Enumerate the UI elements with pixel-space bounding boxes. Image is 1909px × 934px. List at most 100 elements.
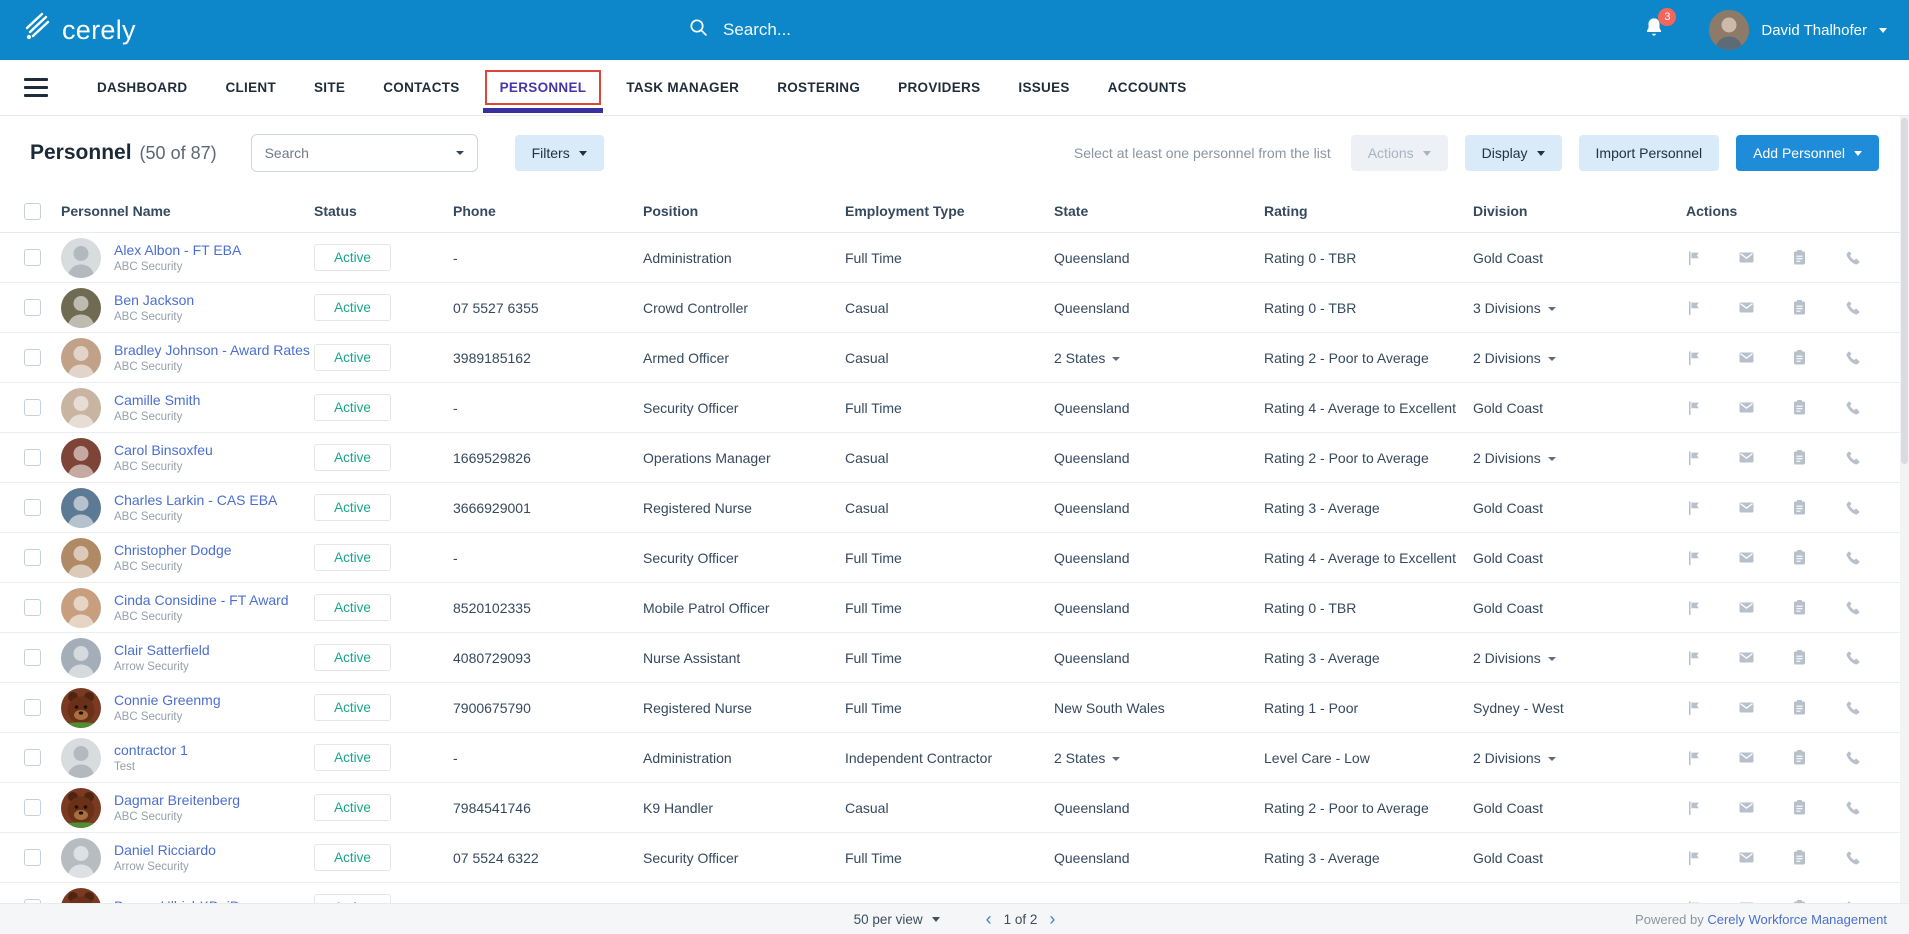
row-checkbox[interactable] [24, 599, 41, 616]
phone-icon[interactable] [1844, 399, 1861, 416]
personnel-name-link[interactable]: Clair Satterfield [114, 642, 210, 659]
personnel-name-link[interactable]: Cinda Considine - FT Award [114, 592, 289, 609]
nav-tab-contacts[interactable]: CONTACTS [364, 60, 478, 115]
row-checkbox[interactable] [24, 799, 41, 816]
personnel-name-link[interactable]: Carol Binsoxfeu [114, 442, 213, 459]
clipboard-icon[interactable] [1791, 299, 1808, 316]
flag-icon[interactable] [1686, 700, 1702, 716]
next-page-chevron-icon[interactable]: › [1049, 910, 1055, 928]
phone-icon[interactable] [1844, 499, 1861, 516]
state-cell[interactable]: 2 States [1054, 350, 1264, 366]
nav-tab-accounts[interactable]: ACCOUNTS [1089, 60, 1206, 115]
cerely-logo[interactable]: cerely [22, 12, 136, 49]
global-search-input[interactable] [723, 20, 1003, 40]
personnel-name-link[interactable]: Camille Smith [114, 392, 200, 409]
flag-icon[interactable] [1686, 350, 1702, 366]
flag-icon[interactable] [1686, 650, 1702, 666]
add-personnel-button[interactable]: Add Personnel [1736, 135, 1879, 171]
clipboard-icon[interactable] [1791, 399, 1808, 416]
select-all-checkbox[interactable] [24, 202, 41, 220]
flag-icon[interactable] [1686, 600, 1702, 616]
clipboard-icon[interactable] [1791, 749, 1808, 766]
clipboard-icon[interactable] [1791, 849, 1808, 866]
flag-icon[interactable] [1686, 800, 1702, 816]
nav-tab-rostering[interactable]: ROSTERING [758, 60, 879, 115]
mail-icon[interactable] [1738, 749, 1755, 766]
nav-tab-task-manager[interactable]: TASK MANAGER [607, 60, 758, 115]
row-checkbox[interactable] [24, 299, 41, 316]
display-button[interactable]: Display [1464, 135, 1562, 171]
mail-icon[interactable] [1738, 849, 1755, 866]
division-cell[interactable]: 2 Divisions [1473, 450, 1686, 466]
phone-icon[interactable] [1844, 749, 1861, 766]
row-checkbox[interactable] [24, 449, 41, 466]
personnel-name-link[interactable]: Christopher Dodge [114, 542, 232, 559]
phone-icon[interactable] [1844, 449, 1861, 466]
clipboard-icon[interactable] [1791, 499, 1808, 516]
nav-tab-client[interactable]: CLIENT [206, 60, 295, 115]
clipboard-icon[interactable] [1791, 599, 1808, 616]
import-personnel-button[interactable]: Import Personnel [1578, 135, 1720, 171]
phone-icon[interactable] [1844, 349, 1861, 366]
state-cell[interactable]: 2 States [1054, 750, 1264, 766]
user-name[interactable]: David Thalhofer [1761, 22, 1867, 39]
row-checkbox[interactable] [24, 249, 41, 266]
flag-icon[interactable] [1686, 850, 1702, 866]
personnel-search-input[interactable] [264, 145, 456, 161]
phone-icon[interactable] [1844, 249, 1861, 266]
phone-icon[interactable] [1844, 599, 1861, 616]
clipboard-icon[interactable] [1791, 249, 1808, 266]
row-checkbox[interactable] [24, 749, 41, 766]
row-checkbox[interactable] [24, 649, 41, 666]
mail-icon[interactable] [1738, 649, 1755, 666]
powered-by-link[interactable]: Cerely Workforce Management [1707, 912, 1887, 927]
nav-tab-dashboard[interactable]: DASHBOARD [78, 60, 206, 115]
phone-icon[interactable] [1844, 299, 1861, 316]
search-dropdown-caret-icon[interactable] [455, 151, 464, 155]
nav-tab-providers[interactable]: PROVIDERS [879, 60, 999, 115]
phone-icon[interactable] [1844, 649, 1861, 666]
row-checkbox[interactable] [24, 549, 41, 566]
mail-icon[interactable] [1738, 599, 1755, 616]
user-avatar[interactable] [1709, 10, 1750, 50]
phone-icon[interactable] [1844, 699, 1861, 716]
personnel-name-link[interactable]: contractor 1 [114, 742, 188, 759]
per-page-selector[interactable]: 50 per view [854, 912, 940, 927]
scrollbar-thumb[interactable] [1901, 118, 1908, 465]
mail-icon[interactable] [1738, 499, 1755, 516]
hamburger-menu-icon[interactable] [24, 78, 48, 97]
personnel-name-link[interactable]: Ben Jackson [114, 292, 194, 309]
nav-tab-personnel[interactable]: PERSONNEL [479, 60, 608, 115]
personnel-name-link[interactable]: Alex Albon - FT EBA [114, 242, 241, 259]
clipboard-icon[interactable] [1791, 349, 1808, 366]
flag-icon[interactable] [1686, 400, 1702, 416]
clipboard-icon[interactable] [1791, 549, 1808, 566]
flag-icon[interactable] [1686, 500, 1702, 516]
row-checkbox[interactable] [24, 849, 41, 866]
vertical-scrollbar[interactable] [1900, 116, 1909, 903]
phone-icon[interactable] [1844, 849, 1861, 866]
division-cell[interactable]: 3 Divisions [1473, 300, 1686, 316]
mail-icon[interactable] [1738, 349, 1755, 366]
mail-icon[interactable] [1738, 799, 1755, 816]
clipboard-icon[interactable] [1791, 449, 1808, 466]
clipboard-icon[interactable] [1791, 649, 1808, 666]
row-checkbox[interactable] [24, 349, 41, 366]
mail-icon[interactable] [1738, 699, 1755, 716]
flag-icon[interactable] [1686, 750, 1702, 766]
flag-icon[interactable] [1686, 550, 1702, 566]
flag-icon[interactable] [1686, 450, 1702, 466]
filters-button[interactable]: Filters [514, 135, 604, 171]
flag-icon[interactable] [1686, 300, 1702, 316]
division-cell[interactable]: 2 Divisions [1473, 650, 1686, 666]
mail-icon[interactable] [1738, 299, 1755, 316]
notifications-button[interactable]: 3 [1643, 7, 1677, 45]
clipboard-icon[interactable] [1791, 799, 1808, 816]
flag-icon[interactable] [1686, 250, 1702, 266]
personnel-name-link[interactable]: Connie Greenmg [114, 692, 221, 709]
division-cell[interactable]: 2 Divisions [1473, 750, 1686, 766]
mail-icon[interactable] [1738, 399, 1755, 416]
actions-button[interactable]: Actions [1350, 135, 1448, 171]
row-checkbox[interactable] [24, 399, 41, 416]
prev-page-chevron-icon[interactable]: ‹ [986, 910, 992, 928]
